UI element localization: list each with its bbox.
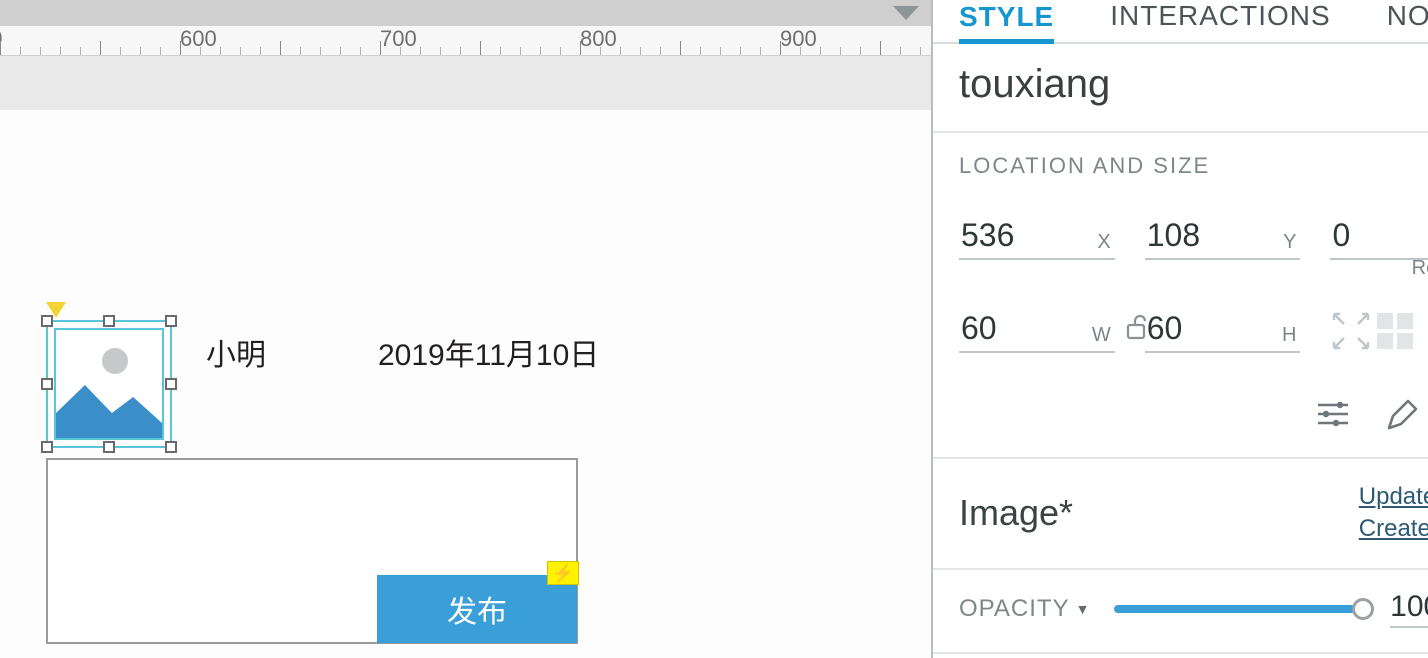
anchor-constraints-icon[interactable] (1330, 310, 1372, 352)
user-name-label[interactable]: 小明 (206, 330, 266, 374)
x-unit: X (1097, 231, 1110, 254)
constraints-cell (1330, 308, 1428, 353)
x-input[interactable] (959, 215, 1115, 260)
horizontal-ruler: 00 600 700 800 900 (0, 26, 931, 56)
height-input[interactable] (1145, 308, 1301, 353)
settings-sliders-icon[interactable] (1316, 399, 1350, 429)
resize-handle[interactable] (165, 315, 177, 327)
y-input[interactable] (1145, 215, 1301, 260)
section-title: LOCATION AND SIZE (959, 153, 1428, 179)
location-size-section: LOCATION AND SIZE X Y ° Rotation W (933, 131, 1428, 457)
dropdown-triangle-icon: ▼ (1076, 601, 1091, 617)
height-field: H (1145, 308, 1301, 353)
selected-image-widget[interactable] (46, 320, 172, 448)
height-unit: H (1282, 324, 1296, 347)
size-constraints-icon[interactable] (1374, 310, 1416, 352)
inspector-tabs: STYLE INTERACTIONS NOTES (933, 0, 1428, 44)
x-field: X (959, 215, 1115, 260)
resize-handle[interactable] (165, 441, 177, 453)
typography-section-header[interactable]: TYPOGRAPHY (933, 652, 1428, 658)
y-unit: Y (1283, 231, 1296, 254)
tab-style[interactable]: STYLE (959, 1, 1054, 44)
resize-handle[interactable] (165, 378, 177, 390)
resize-handle[interactable] (41, 315, 53, 327)
image-placeholder (54, 328, 164, 440)
resize-handle[interactable] (41, 378, 53, 390)
opacity-slider[interactable] (1114, 605, 1366, 613)
publish-button[interactable]: ⚡ 发布 (377, 575, 577, 643)
width-field: W (959, 308, 1115, 353)
opacity-section: OPACITY ▼ (933, 568, 1428, 652)
rotation-input[interactable] (1330, 215, 1428, 260)
slider-thumb[interactable] (1352, 598, 1374, 620)
date-label[interactable]: 2019年11月10日 (378, 330, 599, 374)
pencil-icon[interactable] (1384, 399, 1418, 433)
image-style-label: Image* (959, 492, 1073, 534)
width-unit: W (1092, 324, 1111, 347)
chevron-down-icon[interactable] (893, 6, 919, 22)
lightning-icon: ⚡ (547, 561, 579, 585)
publish-button-label: 发布 (447, 587, 507, 631)
image-style-section: Image* Update Create (933, 457, 1428, 568)
opacity-input[interactable] (1390, 590, 1428, 628)
tab-notes[interactable]: NOTES (1387, 0, 1428, 42)
tab-interactions[interactable]: INTERACTIONS (1110, 0, 1330, 42)
image-style-links: Update Create (1359, 481, 1428, 546)
resize-handle[interactable] (41, 441, 53, 453)
resize-handle[interactable] (103, 441, 115, 453)
inspector-panel: STYLE INTERACTIONS NOTES touxiang LOCATI… (933, 0, 1428, 658)
resize-handle[interactable] (103, 315, 115, 327)
rotation-field: ° Rotation (1330, 215, 1428, 260)
update-style-link[interactable]: Update (1359, 481, 1428, 513)
widget-tool-icons (959, 399, 1428, 433)
widget-name[interactable]: touxiang (933, 44, 1428, 131)
opacity-label[interactable]: OPACITY ▼ (959, 595, 1090, 623)
canvas-area[interactable]: 00 600 700 800 900 小明 2019年11月10 (0, 0, 933, 658)
textarea-widget[interactable]: ⚡ 发布 (46, 458, 578, 644)
create-style-link[interactable]: Create (1359, 513, 1428, 545)
toolbar-strip (0, 0, 931, 26)
rotation-label: Rotation (1412, 257, 1428, 280)
y-field: Y (1145, 215, 1301, 260)
